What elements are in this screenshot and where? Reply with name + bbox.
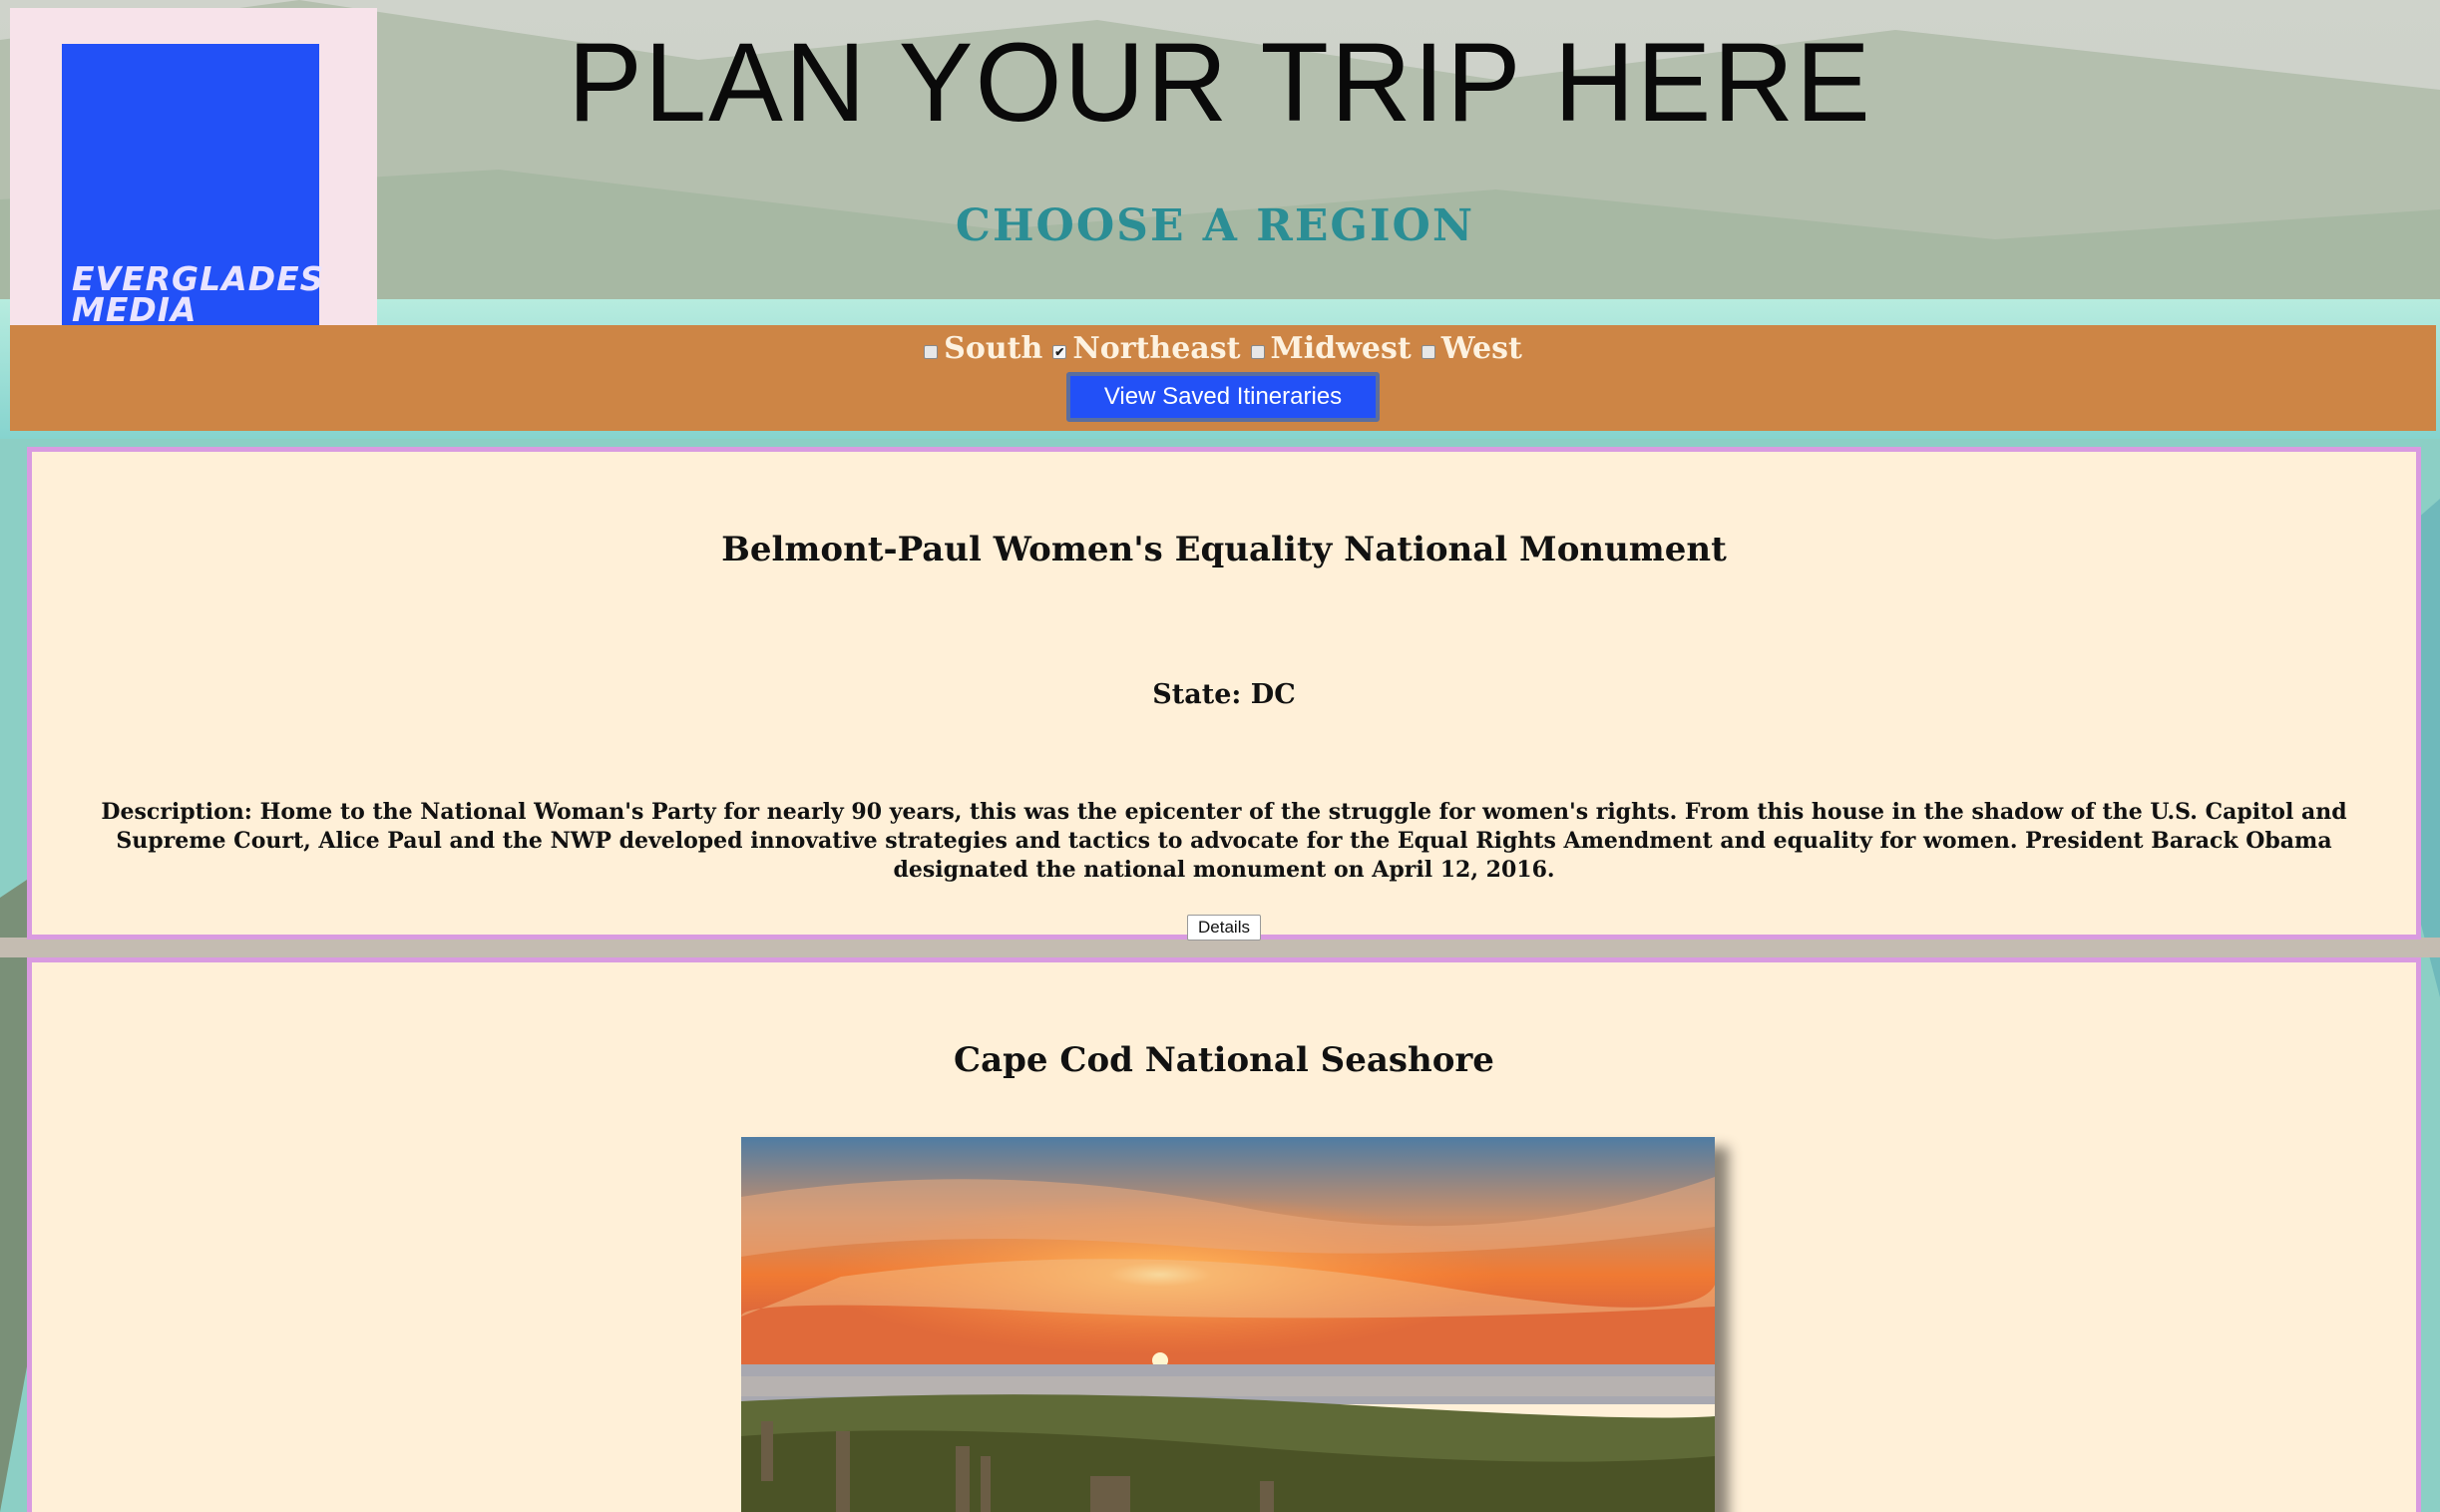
view-saved-itineraries-button[interactable]: View Saved Itineraries <box>1066 372 1380 422</box>
park-state: State: DC <box>1152 679 1296 710</box>
region-option-midwest[interactable]: Midwest <box>1250 331 1412 366</box>
page-header: PLAN YOUR TRIP HERE CHOOSE A REGION <box>0 18 2440 251</box>
region-filter-bar: South ✔ Northeast Midwest West View Save… <box>10 325 2436 431</box>
sunset-beach-image <box>741 1137 1715 1512</box>
region-option-south[interactable]: South <box>924 331 1042 366</box>
park-card: Cape Cod National Seashore <box>27 957 2421 1512</box>
region-label-northeast: Northeast <box>1072 331 1241 366</box>
park-description: Description: Home to the National Woman'… <box>101 799 2347 883</box>
park-photo <box>741 1137 1715 1512</box>
page-title: PLAN YOUR TRIP HERE <box>568 20 1872 145</box>
region-label-west: West <box>1440 331 1522 366</box>
region-label-midwest: Midwest <box>1270 331 1412 366</box>
region-checkbox-group: South ✔ Northeast Midwest West <box>10 325 2436 366</box>
logo-text: EVERGLADES MEDIA <box>72 259 325 329</box>
region-label-south: South <box>944 331 1043 366</box>
details-button[interactable]: Details <box>1187 915 1261 941</box>
region-option-west[interactable]: West <box>1421 331 1522 366</box>
page-subtitle: CHOOSE A REGION <box>955 200 1475 251</box>
park-title: Belmont-Paul Women's Equality National M… <box>721 530 1727 569</box>
park-card: Belmont-Paul Women's Equality National M… <box>27 447 2421 941</box>
region-checkbox-west[interactable] <box>1421 344 1435 359</box>
region-checkbox-northeast[interactable]: ✔ <box>1052 344 1067 359</box>
region-option-northeast[interactable]: ✔ Northeast <box>1052 331 1241 366</box>
region-checkbox-south[interactable] <box>924 344 939 359</box>
park-title: Cape Cod National Seashore <box>954 1040 1494 1080</box>
region-checkbox-midwest[interactable] <box>1250 344 1265 359</box>
